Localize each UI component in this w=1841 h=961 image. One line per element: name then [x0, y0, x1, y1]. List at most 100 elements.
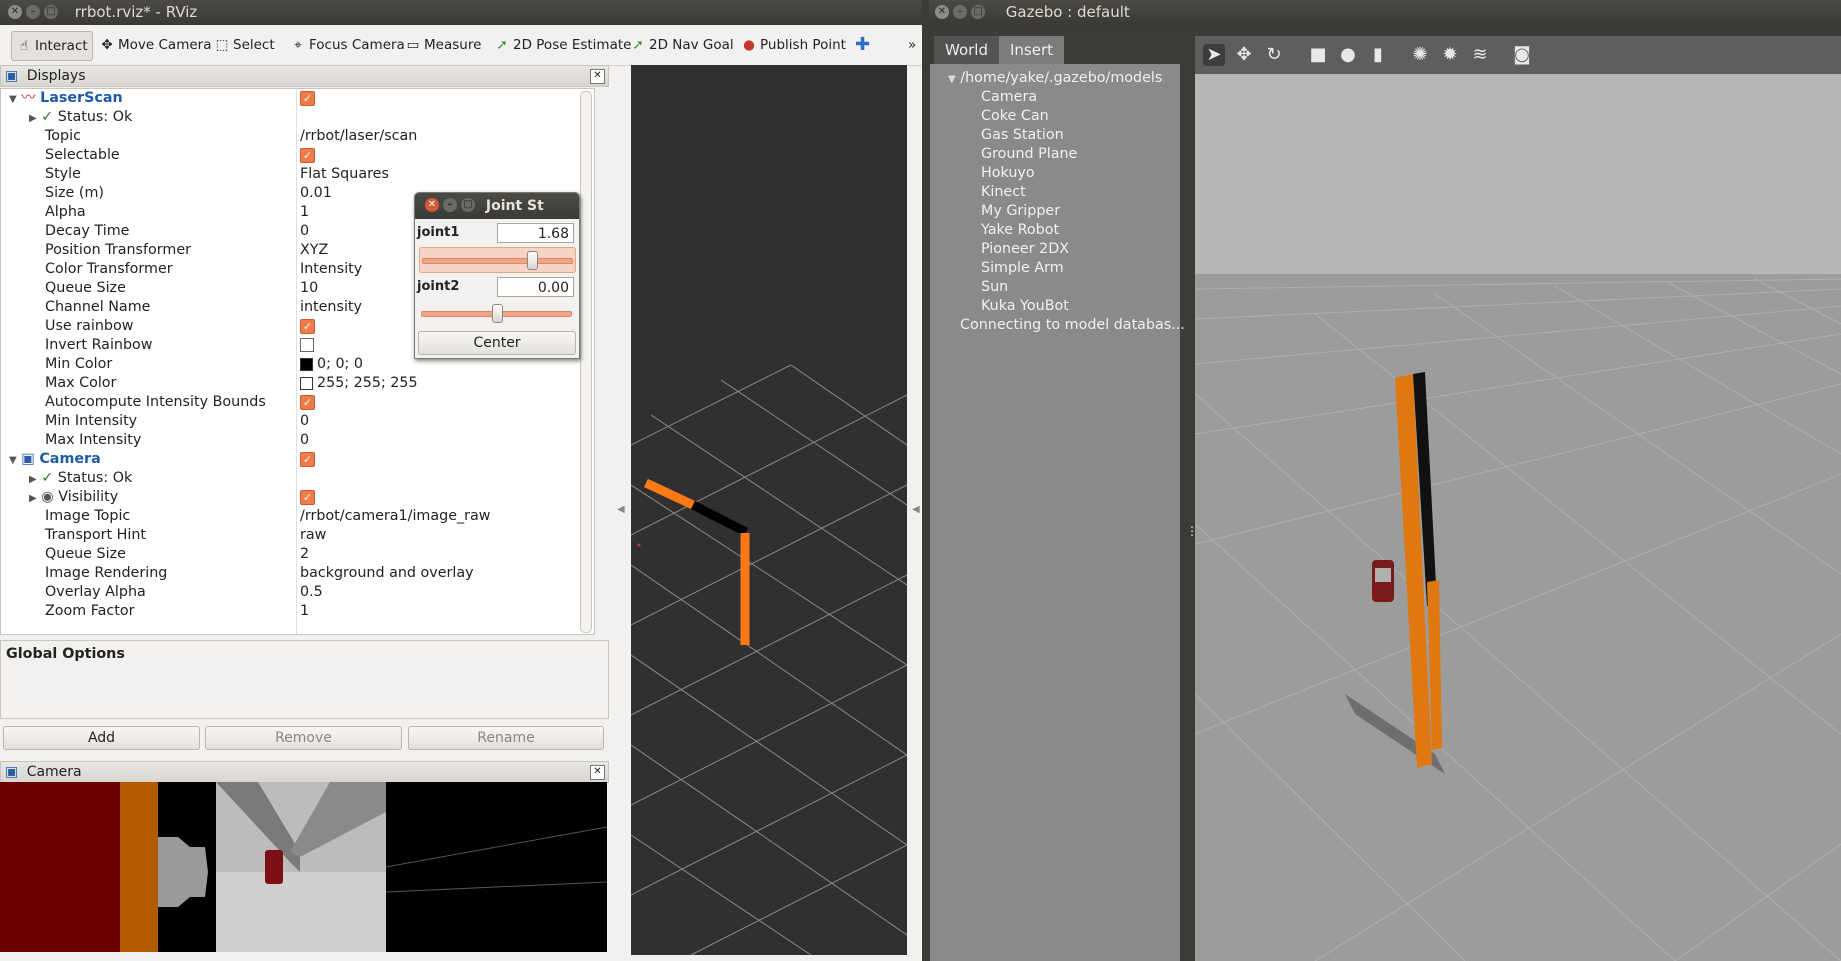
visibility-checkbox[interactable]: ✓ [300, 489, 315, 505]
rviz-3d-view[interactable] [631, 65, 907, 955]
sphere-shape-icon[interactable]: ● [1337, 44, 1359, 66]
collapse-right-arrow-icon[interactable]: ◀ [912, 504, 920, 515]
property-row[interactable]: Queue Size 2 [1, 545, 593, 564]
property-color[interactable]: 255; 255; 255 [300, 374, 418, 393]
minimize-icon[interactable]: – [443, 198, 457, 212]
property-row[interactable]: Transport Hint raw [1, 526, 593, 545]
maximize-icon[interactable]: □ [971, 4, 985, 19]
property-value[interactable]: 2 [300, 545, 309, 564]
property-row[interactable]: Max Intensity 0 [1, 431, 593, 450]
checkbox-unchecked[interactable] [300, 338, 314, 352]
close-icon[interactable]: ✕ [590, 765, 605, 780]
close-icon[interactable]: ✕ [935, 4, 949, 19]
model-item[interactable]: Coke Can [981, 108, 1049, 124]
slider-handle[interactable] [492, 304, 503, 323]
laserscan-display[interactable]: ▼ 〰 LaserScan ✓ [1, 89, 593, 108]
property-checkbox[interactable]: ✓ [300, 146, 315, 165]
property-row[interactable]: Topic/rrbot/laser/scan [1, 127, 593, 146]
center-button[interactable]: Center [418, 331, 576, 355]
status-row[interactable]: ▶ ✓ Status: Ok [1, 108, 593, 127]
property-value[interactable]: raw [300, 526, 326, 545]
spot-light-icon[interactable]: ✹ [1439, 44, 1461, 66]
visibility-row[interactable]: ▶ ◉ Visibility ✓ [1, 488, 593, 507]
model-item[interactable]: Camera [981, 89, 1037, 105]
property-value[interactable]: Intensity [300, 260, 362, 279]
property-checkbox[interactable]: ✓ [300, 317, 315, 336]
camera-display[interactable]: ▼ ▣ Camera ✓ [1, 450, 593, 469]
model-item[interactable]: Gas Station [981, 127, 1064, 143]
translate-icon[interactable]: ✥ [1233, 44, 1255, 66]
property-value[interactable]: Flat Squares [300, 165, 389, 184]
rename-button[interactable]: Rename [408, 726, 604, 750]
property-checkbox[interactable] [300, 336, 314, 355]
model-item[interactable]: Kuka YouBot [981, 298, 1069, 314]
property-value[interactable]: intensity [300, 298, 362, 317]
model-item[interactable]: Pioneer 2DX [981, 241, 1069, 257]
gazebo-3d-scene[interactable] [1195, 74, 1841, 961]
publish-point-tool[interactable]: ● Publish Point [741, 31, 846, 59]
joint2-slider[interactable] [419, 301, 574, 325]
property-color[interactable]: 0; 0; 0 [300, 355, 363, 374]
property-row[interactable]: Min Intensity 0 [1, 412, 593, 431]
property-value[interactable]: 0.5 [300, 583, 323, 602]
pose-estimate-tool[interactable]: ➚ 2D Pose Estimate [494, 31, 631, 59]
model-item[interactable]: Yake Robot [981, 222, 1059, 238]
expand-triangle-icon[interactable]: ▼ [9, 94, 17, 105]
move-camera-tool[interactable]: ✥ Move Camera [99, 31, 211, 59]
property-value[interactable]: /rrbot/camera1/image_raw [300, 507, 490, 526]
model-item[interactable]: My Gripper [981, 203, 1060, 219]
nav-goal-tool[interactable]: ➚ 2D Nav Goal [630, 31, 733, 59]
joint2-value-input[interactable]: 0.00 [497, 277, 574, 297]
property-value[interactable]: 0 [300, 222, 309, 241]
property-row[interactable]: Overlay Alpha 0.5 [1, 583, 593, 602]
status-row[interactable]: ▶ ✓ Status: Ok [1, 469, 593, 488]
add-tool-icon[interactable]: ✚ [855, 31, 870, 59]
tab-insert[interactable]: Insert [999, 36, 1065, 64]
model-item[interactable]: Sun [981, 279, 1008, 295]
enabled-checkbox[interactable]: ✓ [300, 90, 315, 106]
directional-light-icon[interactable]: ≋ [1469, 44, 1491, 66]
joint1-value-input[interactable]: 1.68 [497, 223, 574, 243]
property-value[interactable]: 1 [300, 203, 309, 222]
point-light-icon[interactable]: ✺ [1409, 44, 1431, 66]
property-value[interactable]: 10 [300, 279, 318, 298]
remove-button[interactable]: Remove [205, 726, 402, 750]
collapse-left-arrow-icon[interactable]: ◀ [617, 504, 625, 515]
model-item[interactable]: Kinect [981, 184, 1026, 200]
checkbox-checked[interactable]: ✓ [300, 147, 315, 163]
property-row[interactable]: Image Topic/rrbot/camera1/image_raw [1, 507, 593, 526]
property-value[interactable]: 1 [300, 602, 309, 621]
maximize-icon[interactable]: □ [461, 198, 475, 212]
expand-triangle-icon[interactable]: ▼ [948, 74, 956, 85]
model-item[interactable]: Simple Arm [981, 260, 1064, 276]
tab-world[interactable]: World [934, 36, 999, 64]
minimize-icon[interactable]: – [26, 4, 40, 19]
close-icon[interactable]: ✕ [8, 4, 22, 19]
property-row[interactable]: Selectable ✓ [1, 146, 593, 165]
select-arrow-icon[interactable]: ➤ [1203, 44, 1225, 66]
select-tool[interactable]: ⬚ Select [214, 31, 275, 59]
enabled-checkbox[interactable]: ✓ [300, 451, 315, 467]
toolbar-overflow[interactable]: » [908, 31, 916, 59]
collapse-triangle-icon[interactable]: ▶ [29, 493, 37, 504]
joint1-slider[interactable] [419, 247, 576, 273]
property-row[interactable]: Style Flat Squares [1, 165, 593, 184]
cylinder-shape-icon[interactable]: ▮ [1367, 44, 1389, 66]
collapse-triangle-icon[interactable]: ▶ [29, 474, 37, 485]
property-row[interactable]: Max Color 255; 255; 255 [1, 374, 593, 393]
interact-tool[interactable]: ☝ Interact [11, 31, 93, 61]
property-value[interactable]: 0 [300, 412, 309, 431]
property-value[interactable]: 0 [300, 431, 309, 450]
focus-camera-tool[interactable]: ⌖ Focus Camera [290, 31, 405, 59]
close-icon[interactable]: ✕ [425, 198, 439, 212]
measure-tool[interactable]: ▭ Measure [405, 31, 482, 59]
model-path[interactable]: ▼ /home/yake/.gazebo/models [948, 70, 1162, 86]
property-row[interactable]: Image Rendering background and overlay [1, 564, 593, 583]
property-value[interactable]: 0.01 [300, 184, 332, 203]
collapse-triangle-icon[interactable]: ▶ [29, 113, 37, 124]
rotate-icon[interactable]: ↻ [1263, 44, 1285, 66]
add-button[interactable]: Add [3, 726, 200, 750]
property-row[interactable]: Autocompute Intensity Bounds ✓ [1, 393, 593, 412]
property-value[interactable]: XYZ [300, 241, 328, 260]
minimize-icon[interactable]: – [953, 4, 967, 19]
